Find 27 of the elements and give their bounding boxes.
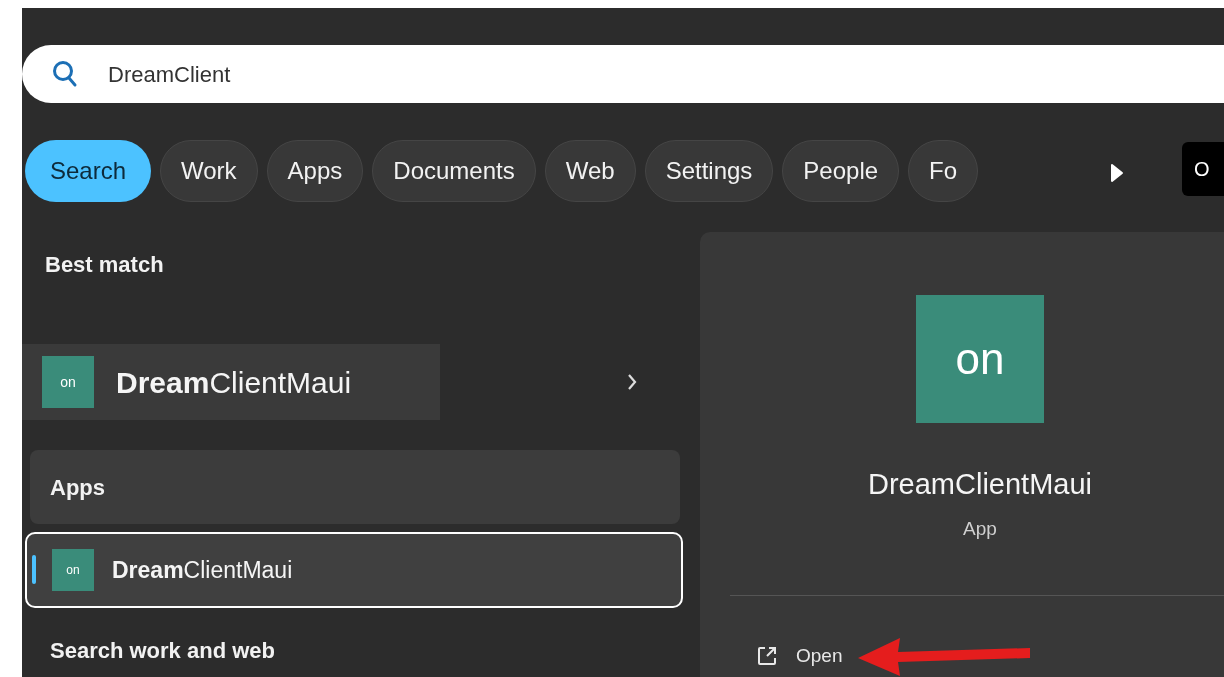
open-button[interactable]: Open	[756, 641, 843, 671]
external-link-icon	[756, 645, 778, 667]
account-badge[interactable]: O	[1182, 142, 1224, 196]
search-icon	[52, 60, 78, 88]
app-name: DreamClientMaui	[112, 555, 293, 585]
search-field[interactable]: DreamClient	[22, 45, 1224, 103]
best-match-item[interactable]: on DreamClientMaui	[22, 344, 440, 420]
section-header: Apps	[30, 450, 680, 524]
filter-tab[interactable]: Work	[160, 140, 258, 202]
filter-tab[interactable]: Settings	[644, 140, 774, 202]
filter-tab[interactable]: Documents	[372, 140, 536, 202]
chevron-right-icon[interactable]	[627, 373, 637, 391]
app-icon: on	[52, 549, 94, 591]
filter-tab[interactable]: Web	[544, 140, 636, 202]
filter-tab[interactable]: Search	[25, 140, 152, 202]
app-title: DreamClientMaui	[868, 467, 1092, 502]
filter-tab[interactable]: Fo	[908, 140, 979, 202]
app-type: App	[963, 516, 997, 541]
app-name: DreamClientMaui	[116, 364, 352, 401]
filter-tab[interactable]: Apps	[266, 140, 364, 202]
filter-tab[interactable]: People	[782, 140, 900, 202]
app-icon: on	[42, 356, 94, 408]
app-list-item[interactable]: on DreamClientMaui	[25, 532, 683, 608]
scroll-right-icon[interactable]	[1110, 163, 1124, 183]
section-heading: Best match	[45, 251, 165, 279]
app-icon: on	[916, 295, 1044, 423]
section-heading: Search work and web	[50, 637, 276, 665]
